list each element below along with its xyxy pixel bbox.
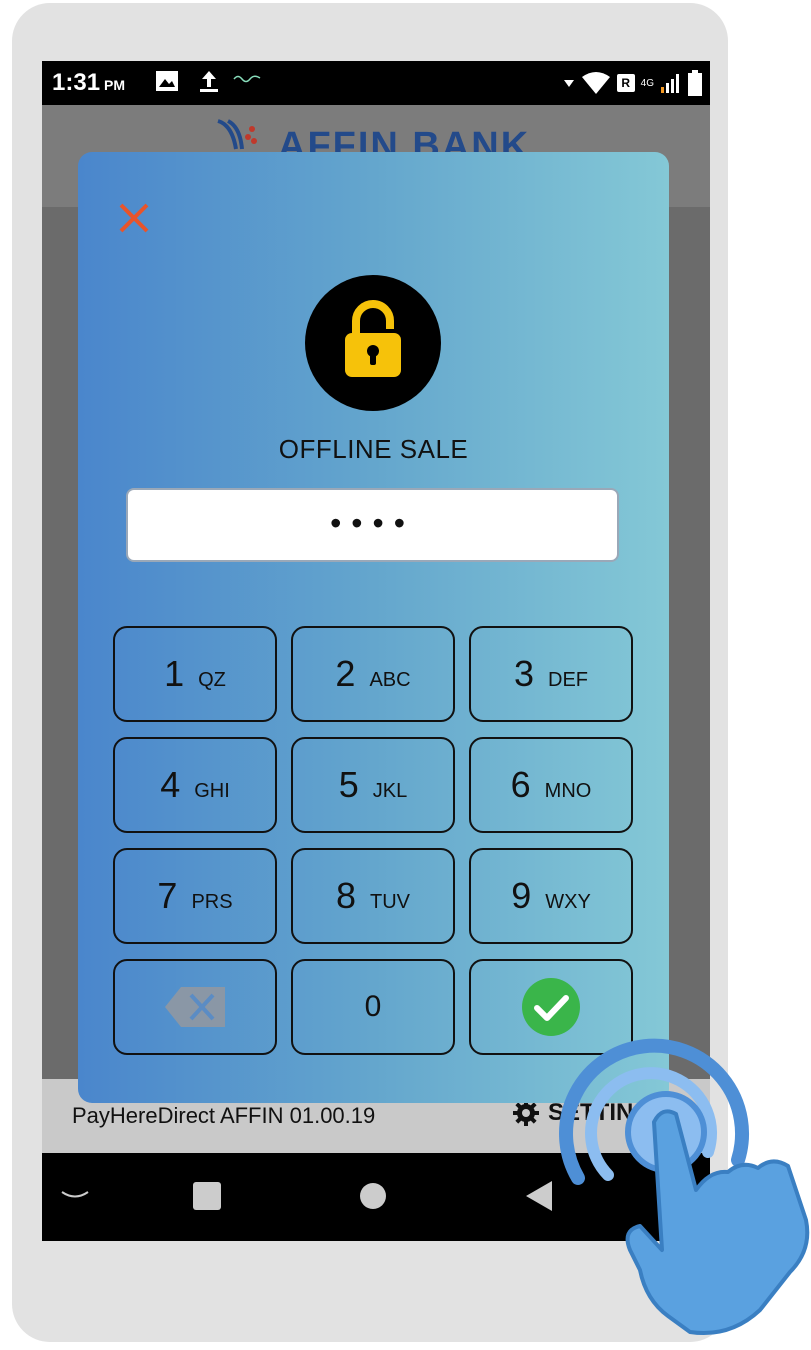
status-bar: 1:31 PM R 4G xyxy=(42,61,710,105)
key-digit: 1 xyxy=(164,653,185,694)
key-1[interactable]: 1 QZ xyxy=(113,626,277,722)
key-digit: 9 xyxy=(511,875,532,916)
data-arrows-icon xyxy=(563,80,574,87)
app-notification-icon xyxy=(233,75,261,83)
key-6[interactable]: 6 MNO xyxy=(469,737,633,833)
wifi-icon xyxy=(581,72,610,94)
key-digit: 8 xyxy=(335,875,357,916)
key-digit: 2 xyxy=(335,653,356,694)
nav-hide-keyboard-icon[interactable] xyxy=(60,1189,90,1201)
status-ampm: PM xyxy=(104,77,126,93)
padlock-icon xyxy=(345,300,401,377)
key-letters: QZ xyxy=(198,668,226,691)
status-time: 1:31 PM xyxy=(52,69,126,96)
nav-recents-icon[interactable] xyxy=(192,1181,222,1211)
key-letters: WXY xyxy=(545,890,591,913)
key-9[interactable]: 9 WXY xyxy=(469,848,633,944)
key-letters: JKL xyxy=(372,779,408,802)
key-digit: 7 xyxy=(157,875,178,916)
roaming-badge: R xyxy=(616,74,635,92)
battery-icon xyxy=(688,70,702,96)
tap-gesture-icon xyxy=(559,1038,810,1335)
app-version: PayHereDirect AFFIN 01.00.19 xyxy=(72,1103,376,1128)
key-8[interactable]: 8 TUV xyxy=(291,848,455,944)
key-4[interactable]: 4 GHI xyxy=(113,737,277,833)
key-digit: 5 xyxy=(338,764,359,805)
image-notification-icon xyxy=(156,71,178,91)
key-digit: 4 xyxy=(160,764,181,805)
key-2[interactable]: 2 ABC xyxy=(291,626,455,722)
gear-icon xyxy=(513,1100,539,1126)
status-right-cluster: R 4G xyxy=(563,69,702,97)
key-5[interactable]: 5 JKL xyxy=(291,737,455,833)
key-letters: TUV xyxy=(370,890,411,913)
key-digit: 3 xyxy=(513,653,535,694)
signal-icon xyxy=(661,74,679,93)
backspace-icon xyxy=(165,987,225,1027)
lock-badge xyxy=(305,275,441,411)
key-3[interactable]: 3 DEF xyxy=(469,626,633,722)
key-letters: MNO xyxy=(544,779,592,802)
key-letters: PRS xyxy=(191,890,233,913)
dialog-title: OFFLINE SALE xyxy=(278,434,469,464)
close-icon[interactable] xyxy=(118,202,150,234)
key-0[interactable]: 0 xyxy=(291,959,455,1055)
key-letters: ABC xyxy=(369,668,411,691)
key-digit: 6 xyxy=(510,764,531,805)
upload-notification-icon xyxy=(200,71,218,92)
key-7[interactable]: 7 PRS xyxy=(113,848,277,944)
key-digit: 0 xyxy=(364,990,382,1023)
affin-logo-icon xyxy=(217,119,257,150)
backspace-key[interactable] xyxy=(113,959,277,1055)
key-letters: DEF xyxy=(548,668,589,691)
nav-home-icon[interactable] xyxy=(358,1181,388,1211)
network-type: 4G xyxy=(640,77,654,89)
key-letters: GHI xyxy=(194,779,230,802)
pin-input[interactable]: •••• xyxy=(126,488,619,562)
